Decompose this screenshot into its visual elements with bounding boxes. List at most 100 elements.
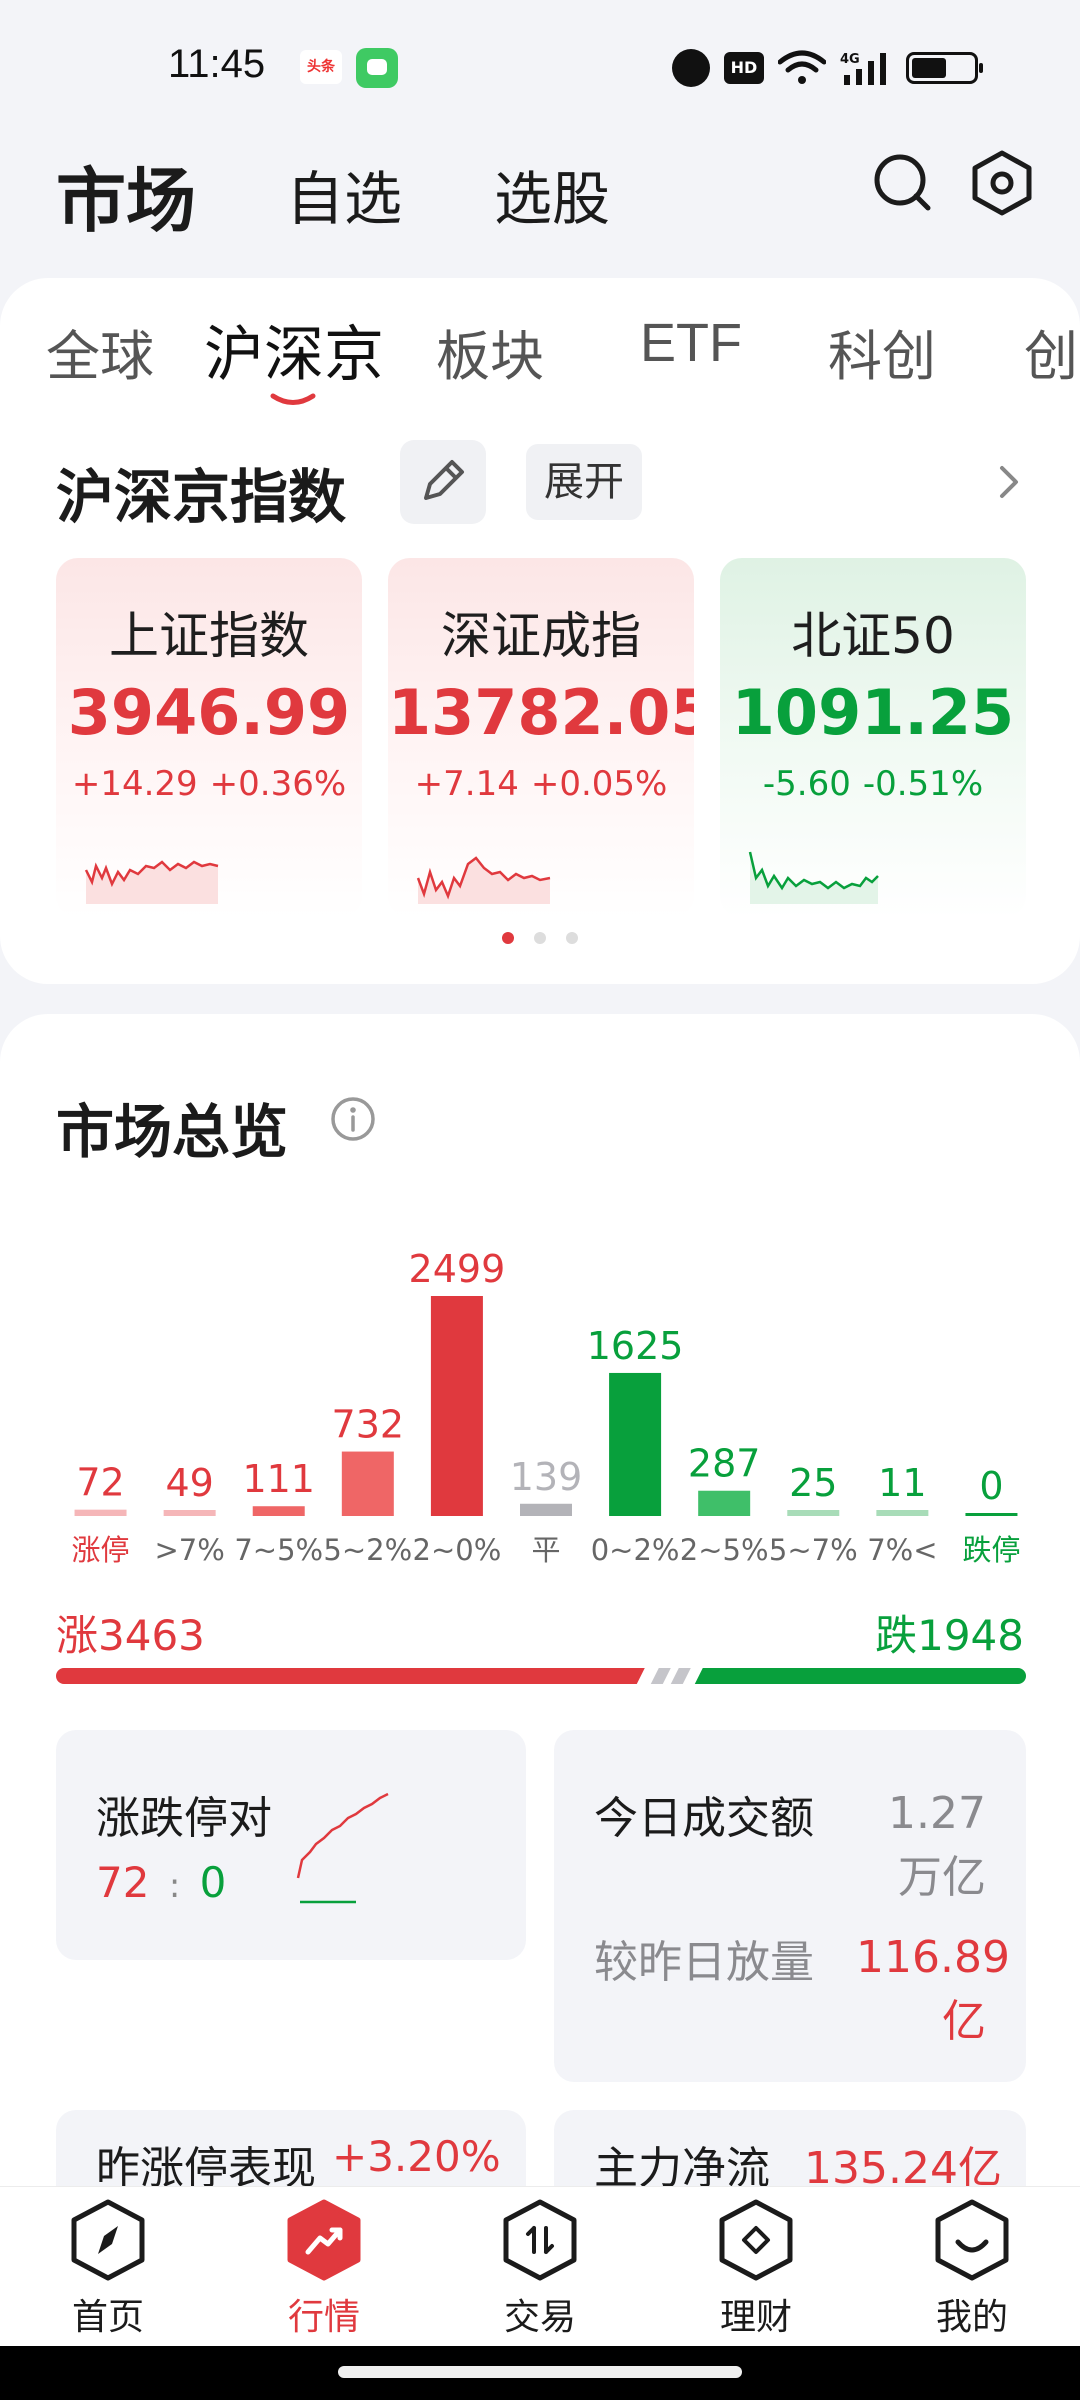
rise-fall-distribution-chart: 72 涨停 49 >7% 111 7~5% 732 5~2% 2499 2~0%139 平 1625 0… (72, 1247, 1021, 1567)
bar-category-label: 5~2% (323, 1533, 412, 1567)
nav-trade-label: 交易 (503, 2297, 576, 2338)
fall-count: 跌1948 (875, 1611, 1024, 1660)
trend-icon (287, 2199, 361, 2281)
index-section-title: 沪深京指数 (56, 463, 347, 531)
bar-category-label: 2~5% (680, 1533, 769, 1567)
bar-3 (341, 1451, 394, 1516)
tab-hs-bj[interactable]: 沪深京 (204, 306, 384, 393)
expand-button[interactable]: 展开 (526, 444, 642, 520)
rise-fall-ratio-bar (56, 1668, 1026, 1684)
bar-category-label: 7%< (867, 1533, 937, 1567)
wealth-icon (719, 2199, 793, 2281)
tab-stock-picker[interactable]: 选股 (494, 152, 610, 236)
index-change: +14.29 +0.36% (71, 764, 347, 804)
nav-wealth-label: 理财 (719, 2297, 792, 2338)
index-value: 13782.05 (388, 676, 694, 749)
nav-wealth[interactable]: 理财 (686, 2198, 826, 2340)
message-app-icon (356, 48, 398, 88)
bar-6 (609, 1372, 662, 1516)
turnover-compare-value: 116.89亿 (856, 1932, 1010, 2047)
bar-0 (74, 1509, 127, 1516)
search-icon[interactable] (872, 152, 932, 212)
bar-4 (430, 1296, 483, 1516)
bar-value-label: 287 (688, 1442, 761, 1486)
flat-segment (670, 1668, 691, 1684)
limit-pair-card[interactable]: 涨跌停对 72 : 0 (56, 1730, 526, 1960)
limit-pair-values: 72 : 0 (96, 1858, 227, 1907)
battery-icon (906, 52, 983, 84)
bar-value-label: 139 (510, 1455, 583, 1499)
bar-value-label: 111 (242, 1457, 315, 1501)
overview-title: 市场总览 (56, 1098, 289, 1166)
nav-trade[interactable]: 交易 (470, 2198, 610, 2340)
nav-profile[interactable]: 我的 (902, 2198, 1042, 2340)
page-dot (502, 932, 514, 944)
index-name: 深证成指 (441, 607, 641, 665)
signal-icon: 4G (840, 52, 886, 85)
index-card-bse50[interactable]: 北证50 1091.25 -5.60 -0.51% (720, 558, 1026, 918)
index-card-sse[interactable]: 上证指数 3946.99 +14.29 +0.36% (56, 558, 362, 918)
settings-icon[interactable] (970, 150, 1034, 216)
bar-9 (876, 1510, 929, 1516)
news-app-icon: 头条 (300, 50, 342, 84)
page-dot (534, 932, 546, 944)
active-tab-indicator (270, 393, 316, 405)
bar-10 (965, 1513, 1018, 1516)
info-icon[interactable] (330, 1096, 376, 1142)
rise-segment (56, 1668, 645, 1684)
turnover-value: 1.27万亿 (888, 1788, 986, 1903)
turnover-title: 今日成交额 (594, 1793, 814, 1844)
tab-etf[interactable]: ETF (640, 312, 742, 374)
tab-sector[interactable]: 板块 (436, 312, 544, 391)
tab-watchlist[interactable]: 自选 (286, 152, 402, 236)
tab-star-market[interactable]: 科创 (828, 312, 936, 391)
bar-category-label: 7~5% (234, 1533, 323, 1567)
index-card-szse[interactable]: 深证成指 13782.05 +7.14 +0.05% (388, 558, 694, 918)
alarm-icon (672, 49, 710, 87)
index-change: -5.60 -0.51% (762, 764, 984, 804)
rise-count: 涨3463 (56, 1611, 205, 1660)
bar-category-label: 平 (531, 1533, 560, 1567)
hd-icon: HD (724, 52, 764, 84)
tab-global[interactable]: 全球 (46, 312, 154, 391)
flat-segment (650, 1668, 671, 1684)
svg-text:4G: 4G (840, 52, 860, 67)
pencil-icon (424, 460, 464, 500)
edit-button[interactable] (400, 440, 486, 524)
nav-home[interactable]: 首页 (38, 2198, 178, 2340)
turnover-card[interactable]: 今日成交额 1.27万亿 较昨日放量 116.89亿 (554, 1730, 1026, 2082)
tab-chinext[interactable]: 创 (1024, 312, 1078, 391)
bar-category-label: 2~0% (413, 1533, 502, 1567)
bar-category-label: >7% (154, 1533, 224, 1567)
bar-value-label: 11 (878, 1461, 926, 1505)
nav-market[interactable]: 行情 (254, 2198, 394, 2340)
fall-segment (694, 1668, 1026, 1684)
trade-icon (503, 2199, 577, 2281)
status-time: 11:45 (168, 42, 266, 86)
bar-5 (520, 1503, 572, 1516)
sparkline-bse50 (748, 851, 879, 904)
limit-pair-title: 涨跌停对 (96, 1793, 272, 1844)
bar-8 (787, 1510, 840, 1516)
index-name: 上证指数 (109, 607, 309, 665)
index-value: 1091.25 (731, 676, 1015, 749)
bar-value-label: 25 (789, 1461, 837, 1505)
status-icons: HD 4G (672, 46, 983, 90)
chevron-right-icon[interactable] (994, 462, 1024, 502)
limit-pair-sparkline (296, 1792, 389, 1904)
index-name: 北证50 (791, 607, 955, 665)
bar-1 (163, 1510, 216, 1516)
index-value: 3946.99 (67, 676, 351, 749)
sparkline-szse (416, 856, 551, 904)
bar-value-label: 2499 (409, 1247, 506, 1291)
home-indicator[interactable] (338, 2366, 742, 2378)
index-change: +7.14 +0.05% (414, 764, 668, 804)
turnover-compare-label: 较昨日放量 (594, 1937, 814, 1988)
compass-icon (71, 2199, 145, 2281)
bar-category-label: 涨停 (72, 1533, 130, 1567)
bar-category-label: 0~2% (591, 1533, 680, 1567)
bar-value-label: 0 (979, 1464, 1003, 1508)
wifi-icon (778, 50, 826, 84)
bar-7 (698, 1490, 751, 1516)
yesterday-limit-value: +3.20% (332, 2132, 501, 2181)
